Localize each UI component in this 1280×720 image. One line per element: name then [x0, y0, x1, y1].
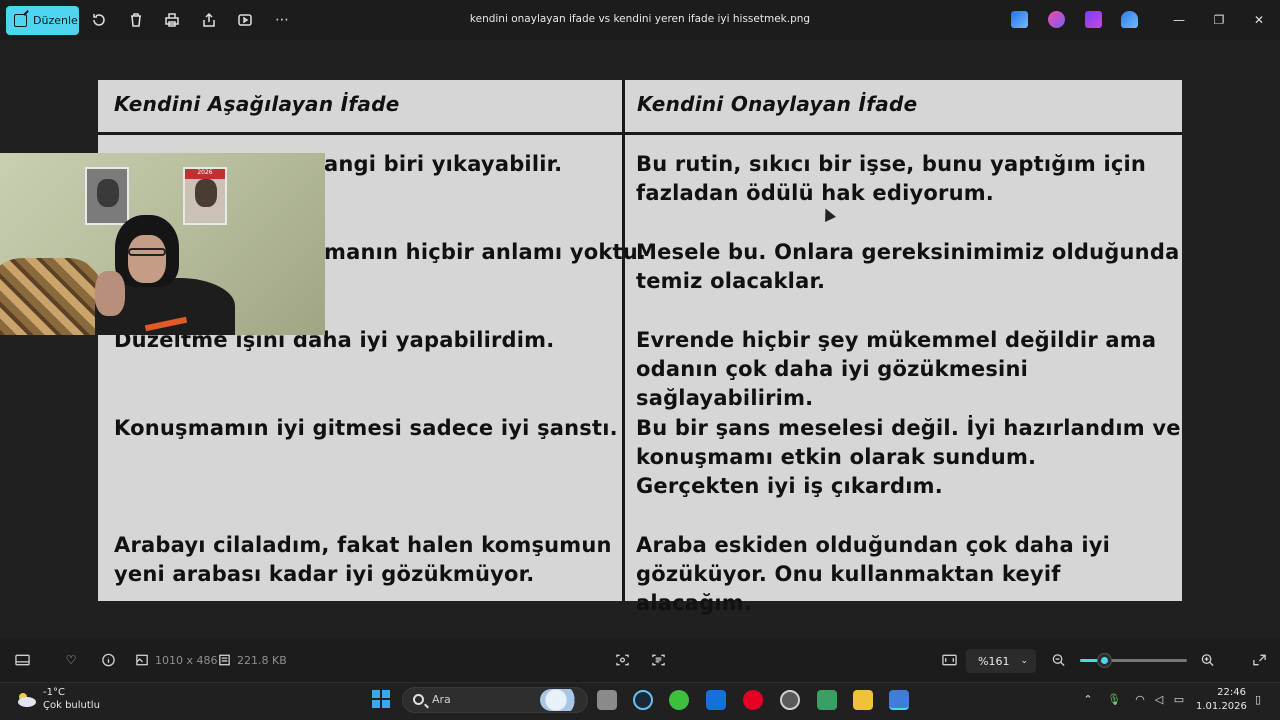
zoom-in-icon[interactable]	[1199, 653, 1215, 667]
fit-to-window-icon[interactable]	[941, 653, 957, 667]
outlook-app-icon[interactable]	[706, 690, 726, 710]
task-view-icon[interactable]	[597, 690, 617, 710]
file-size: 221.8 KB	[237, 654, 287, 667]
row-1-right: Bu rutin, sıkıcı bir işse, bunu yaptığım…	[636, 152, 1147, 205]
copilot-app-icon[interactable]	[1048, 11, 1065, 28]
chevron-down-icon: ⌄	[1020, 656, 1028, 666]
wall-poster	[85, 167, 129, 225]
search-placeholder: Ara	[432, 693, 451, 706]
pinterest-app-icon[interactable]	[743, 690, 763, 710]
edit-button-label: Düzenle	[33, 14, 78, 27]
webcam-overlay: 2026	[0, 153, 325, 335]
restore-button[interactable]: ❐	[1210, 11, 1228, 29]
row-2-left: manın hiçbir anlamı yoktu.	[324, 240, 647, 264]
edit-icon	[14, 14, 27, 27]
microphone-icon[interactable]: 🎙	[1107, 693, 1121, 707]
glasses	[128, 248, 166, 256]
notepad-app-icon[interactable]	[817, 690, 837, 710]
battery-icon[interactable]: ▭	[1172, 693, 1186, 707]
title-bar: Düzenle ⋯ kendini onaylayan ifade vs ken…	[0, 0, 1280, 40]
more-icon[interactable]: ⋯	[273, 11, 291, 29]
search-highlight-icon	[540, 689, 580, 711]
print-icon[interactable]	[163, 11, 181, 29]
row-5-left: Arabayı cilaladım, fakat halen komşumun …	[114, 533, 612, 586]
volume-icon[interactable]: ◁	[1152, 693, 1166, 707]
close-button[interactable]: ✕	[1250, 11, 1268, 29]
chrome-app-icon[interactable]	[780, 690, 800, 710]
info-icon[interactable]	[100, 653, 116, 667]
clock-time[interactable]: 22:46	[1212, 687, 1246, 698]
wall-calendar: 2026	[183, 167, 227, 225]
row-2-right: Mesele bu. Onlara gereksinimimiz olduğun…	[636, 240, 1180, 293]
edit-button[interactable]: Düzenle	[6, 6, 79, 35]
fullscreen-icon[interactable]	[1251, 653, 1267, 667]
minimize-button[interactable]: —	[1170, 11, 1188, 29]
zoom-level-dropdown[interactable]: %161 ⌄	[966, 649, 1036, 673]
table-header-divider	[98, 132, 1182, 135]
clock-date[interactable]: 1.01.2026	[1196, 701, 1247, 712]
cloudy-weather-icon[interactable]	[15, 690, 37, 708]
image-dimensions: 1010 x 486	[155, 654, 218, 667]
row-4-right: Bu bir şans meselesi değil. İyi hazırlan…	[636, 416, 1181, 498]
rotate-icon[interactable]	[90, 11, 108, 29]
table-column-divider	[622, 80, 625, 601]
wifi-icon[interactable]: ◠	[1133, 693, 1147, 707]
weather-description[interactable]: Çok bulutlu	[43, 700, 100, 711]
blanket	[0, 258, 100, 335]
text-extract-icon[interactable]	[650, 653, 666, 667]
xbox-app-icon[interactable]	[669, 690, 689, 710]
weather-temperature[interactable]: -1°C	[43, 687, 65, 698]
person-hand	[95, 271, 125, 316]
clipchamp-app-icon[interactable]	[1085, 11, 1102, 28]
notifications-icon[interactable]: ▯	[1251, 693, 1265, 707]
file-size-icon	[216, 653, 232, 667]
header-right: Kendini Onaylayan İfade	[637, 92, 918, 116]
search-icon	[413, 694, 424, 705]
delete-icon[interactable]	[127, 11, 145, 29]
row-3-right: Evrende hiçbir şey mükemmel değildir ama…	[636, 328, 1157, 410]
row-5-right: Araba eskiden olduğundan çok daha iyi gö…	[636, 533, 1111, 615]
chevron-up-icon[interactable]: ⌃	[1081, 693, 1095, 707]
row-1-left: angi biri yıkayabilir.	[324, 152, 563, 176]
visual-search-icon[interactable]	[614, 653, 630, 667]
designer-app-icon[interactable]	[1011, 11, 1028, 28]
zoom-out-icon[interactable]	[1050, 653, 1066, 667]
row-4-left: Konuşmamın iyi gitmesi sadece iyi şanstı…	[114, 416, 618, 440]
filmstrip-icon[interactable]	[14, 653, 30, 667]
onedrive-app-icon[interactable]	[1121, 11, 1138, 28]
share-icon[interactable]	[200, 11, 218, 29]
favorite-icon[interactable]: ♡	[63, 653, 79, 667]
dimensions-icon	[134, 653, 150, 667]
photos-app-icon[interactable]	[889, 690, 909, 710]
steam-app-icon[interactable]	[633, 690, 653, 710]
start-menu-icon[interactable]	[372, 690, 390, 708]
zoom-level-value: %161	[978, 654, 1010, 668]
person-face	[128, 235, 166, 283]
header-left: Kendini Aşağılayan İfade	[114, 92, 400, 116]
calendar-year: 2026	[185, 169, 225, 179]
slideshow-icon[interactable]	[236, 11, 254, 29]
window-title: kendini onaylayan ifade vs kendini yeren…	[469, 13, 811, 25]
file-explorer-icon[interactable]	[853, 690, 873, 710]
zoom-slider-thumb[interactable]	[1098, 654, 1111, 667]
